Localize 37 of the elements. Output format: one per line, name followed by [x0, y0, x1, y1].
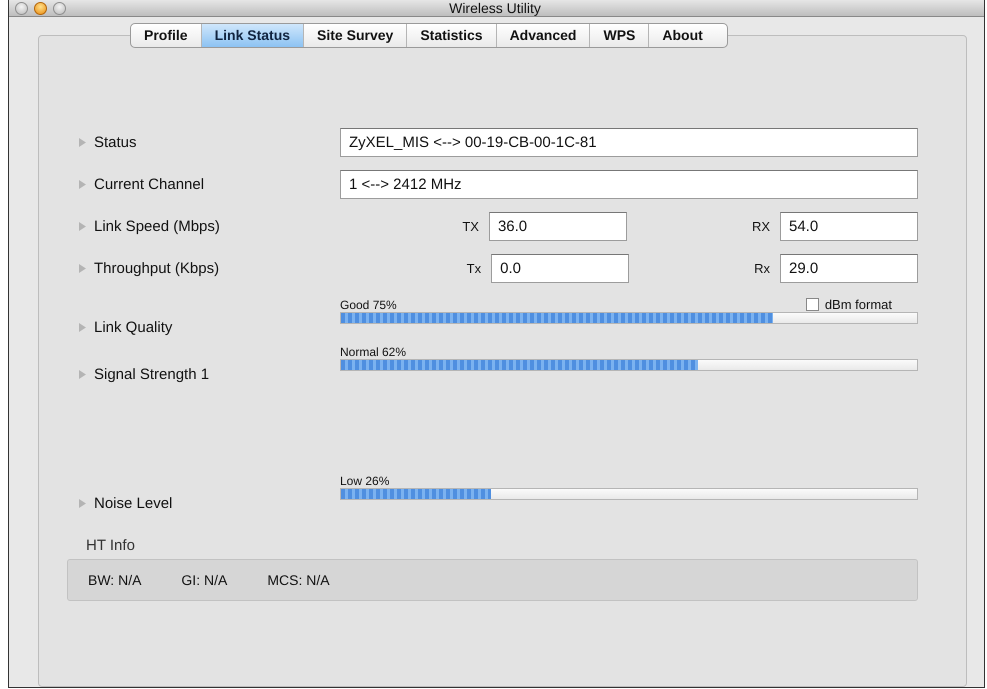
- disclosure-triangle-icon: [79, 264, 86, 272]
- checkbox[interactable]: [806, 298, 819, 311]
- field-label: Tx: [466, 260, 482, 276]
- disclosure-triangle-icon: [79, 222, 86, 230]
- disclosure-triangle-icon: [79, 138, 86, 146]
- field-label: Current Channel: [94, 176, 204, 192]
- tab[interactable]: WPS: [590, 24, 650, 47]
- meter-caption: Good 75%: [340, 298, 397, 312]
- section-title: HT Info: [86, 537, 136, 554]
- field-label: Signal Strength 1: [94, 366, 210, 383]
- zoom-button[interactable]: [53, 2, 66, 14]
- meter-caption: Low 26%: [340, 474, 390, 488]
- tab[interactable]: About: [649, 24, 727, 47]
- checkbox-label[interactable]: dBm format: [824, 297, 892, 312]
- tab[interactable]: Link Status: [202, 24, 304, 47]
- tab[interactable]: Statistics: [407, 24, 497, 47]
- field-label: TX: [462, 218, 479, 234]
- field-label: Noise Level: [94, 495, 172, 512]
- meter-caption: Normal 62%: [340, 345, 406, 359]
- info-text: GI: N/A: [181, 572, 228, 588]
- window-title: Wireless Utility: [449, 0, 542, 16]
- close-button[interactable]: [15, 2, 28, 14]
- info-text: BW: N/A: [88, 572, 142, 588]
- minimize-button[interactable]: [34, 2, 47, 14]
- field-label: Link Quality: [94, 319, 172, 336]
- disclosure-triangle-icon: [79, 499, 86, 508]
- tab[interactable]: Site Survey: [304, 24, 408, 47]
- disclosure-triangle-icon: [79, 370, 86, 379]
- field-label: Rx: [754, 260, 770, 276]
- tab[interactable]: Advanced: [496, 24, 590, 47]
- field-label: Link Speed (Mbps): [94, 218, 220, 234]
- field-label: Throughput (Kbps): [94, 260, 220, 276]
- field-label: RX: [752, 218, 770, 234]
- disclosure-triangle-icon: [79, 180, 86, 188]
- info-text: MCS: N/A: [267, 572, 330, 588]
- field-label: Status: [94, 134, 137, 150]
- disclosure-triangle-icon: [79, 323, 86, 332]
